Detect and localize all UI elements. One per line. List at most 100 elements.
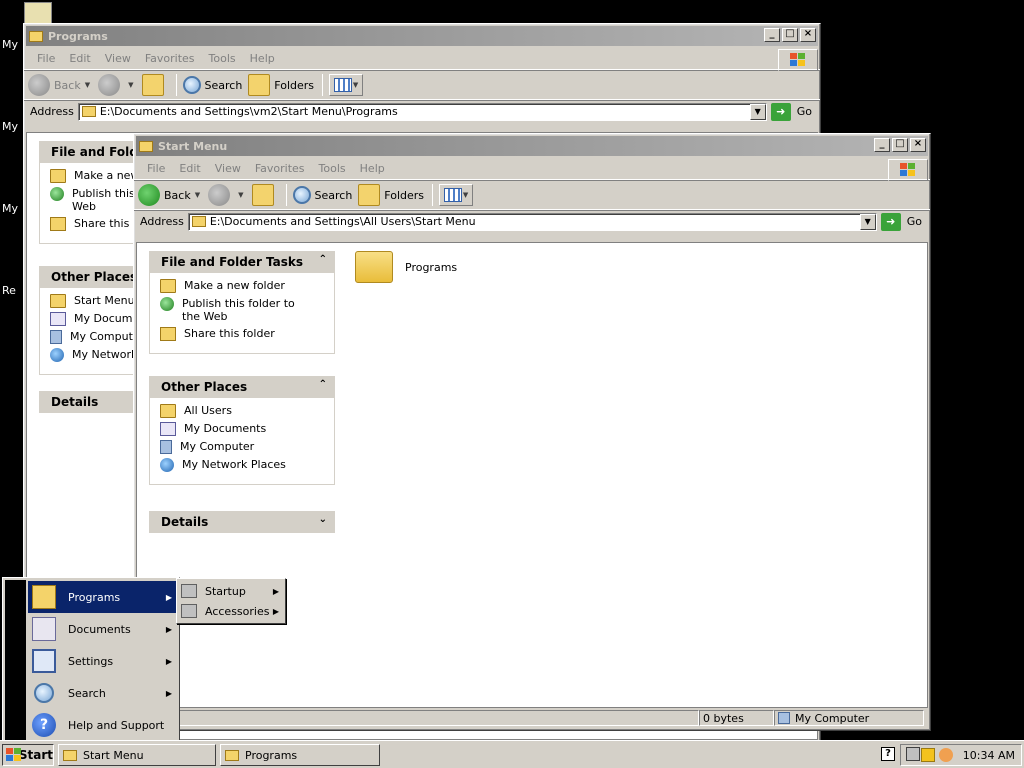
maximize-button[interactable]: □ — [782, 28, 798, 42]
back-label: Back — [54, 78, 81, 92]
expand-chevron-icon[interactable]: ⌄ — [319, 514, 327, 525]
folders-label: Folders — [384, 188, 425, 202]
menu-favorites[interactable]: Favorites — [248, 162, 312, 175]
menu-file[interactable]: File — [30, 52, 62, 65]
start-button[interactable]: Start — [2, 744, 54, 766]
menu-file[interactable]: File — [140, 162, 172, 175]
search-button[interactable]: Search — [292, 186, 352, 204]
menu-tools[interactable]: Tools — [202, 52, 243, 65]
search-icon — [292, 186, 311, 204]
task-share[interactable]: Share this folder — [160, 327, 324, 341]
status-bar: 0 bytes My Computer — [136, 709, 928, 727]
minimize-button[interactable]: _ — [764, 28, 780, 42]
folders-label: Folders — [274, 78, 315, 92]
desktop-icon-label-2[interactable]: My — [2, 120, 18, 133]
menu-item-label: Help and Support — [68, 718, 165, 732]
back-dropdown-icon[interactable]: ▼ — [85, 81, 90, 89]
file-item-programs[interactable]: Programs — [355, 251, 457, 283]
folder-icon — [355, 251, 393, 283]
address-value: E:\Documents and Settings\All Users\Star… — [209, 215, 476, 228]
menu-help[interactable]: Help — [353, 162, 392, 175]
toolbar: Back ▼ ▼ Search Folders ▼ — [134, 180, 930, 210]
clock[interactable]: 10:34 AM — [963, 749, 1015, 762]
menu-item-label: Settings — [68, 654, 114, 668]
place-all-users[interactable]: All Users — [160, 404, 324, 418]
up-button[interactable] — [251, 184, 278, 206]
menu-edit[interactable]: Edit — [62, 52, 97, 65]
desktop-icon-label-1[interactable]: My — [2, 38, 18, 51]
folders-button[interactable]: Folders — [248, 74, 314, 96]
menu-favorites[interactable]: Favorites — [138, 52, 202, 65]
back-dropdown-icon[interactable]: ▼ — [195, 191, 200, 199]
address-dropdown-icon[interactable]: ▼ — [859, 213, 876, 230]
task-make-folder[interactable]: Make a new folder — [160, 279, 324, 293]
address-input[interactable]: E:\Documents and Settings\vm2\Start Menu… — [77, 102, 767, 121]
taskbar: Start Start Menu Programs 10:34 AM — [0, 740, 1024, 768]
menu-edit[interactable]: Edit — [172, 162, 207, 175]
folders-button[interactable]: Folders — [358, 184, 424, 206]
close-button[interactable]: × — [910, 138, 926, 152]
status-location-label: My Computer — [795, 711, 870, 725]
details-header[interactable]: Details ⌄ — [149, 511, 335, 533]
desktop-icon-label-3[interactable]: My — [2, 202, 18, 215]
status-blank — [136, 710, 699, 726]
submenu-accessories[interactable]: Accessories ▶ — [179, 601, 283, 621]
network-connection-icon[interactable] — [906, 747, 920, 761]
forward-dropdown-icon[interactable]: ▼ — [128, 81, 133, 89]
go-label: Go — [906, 215, 922, 228]
views-button[interactable]: ▼ — [439, 184, 474, 206]
close-button[interactable]: × — [800, 28, 816, 42]
programs-icon — [32, 585, 56, 609]
taskbar-programs[interactable]: Programs — [220, 744, 380, 766]
file-folder-tasks-header[interactable]: File and Folder Tasks ⌃ — [149, 251, 335, 273]
menu-view[interactable]: View — [98, 52, 138, 65]
minimize-button[interactable]: _ — [874, 138, 890, 152]
start-menu-settings[interactable]: Settings ▶ — [28, 645, 178, 677]
place-my-documents[interactable]: My Documents — [160, 422, 324, 436]
collapse-chevron-icon[interactable]: ⌃ — [319, 379, 327, 390]
help-icon[interactable]: ? — [881, 747, 895, 761]
start-menu-search[interactable]: Search ▶ — [28, 677, 178, 709]
menu-help[interactable]: Help — [243, 52, 282, 65]
maximize-button[interactable]: □ — [892, 138, 908, 152]
up-button[interactable] — [141, 74, 168, 96]
menu-tools[interactable]: Tools — [312, 162, 353, 175]
forward-button[interactable] — [208, 184, 234, 206]
desktop-icon-label-4[interactable]: Re — [2, 284, 16, 297]
go-button[interactable]: ➜ Go — [880, 212, 922, 231]
desktop-top-icon[interactable] — [24, 2, 52, 24]
submenu-arrow-icon: ▶ — [165, 688, 172, 698]
window-title: Start Menu — [158, 139, 228, 153]
search-button[interactable]: Search — [182, 76, 242, 94]
task-publish[interactable]: Publish this folder to the Web — [160, 297, 324, 323]
tray-key-icon[interactable] — [938, 748, 953, 762]
collapse-chevron-icon[interactable]: ⌃ — [319, 254, 327, 265]
taskbar-start-menu[interactable]: Start Menu — [58, 744, 216, 766]
place-my-computer[interactable]: My Computer — [160, 440, 324, 454]
task-label: Publish this Web — [72, 187, 135, 213]
submenu-startup[interactable]: Startup ▶ — [179, 581, 283, 601]
task-label: Make a new — [74, 169, 140, 182]
search-icon — [34, 683, 54, 703]
other-places-header[interactable]: Other Places ⌃ — [149, 376, 335, 398]
start-menu-documents[interactable]: Documents ▶ — [28, 613, 178, 645]
start-menu-help[interactable]: ? Help and Support — [28, 709, 178, 741]
views-button[interactable]: ▼ — [329, 74, 364, 96]
menu-view[interactable]: View — [208, 162, 248, 175]
address-bar: Address E:\Documents and Settings\All Us… — [134, 210, 930, 232]
details-panel: Details ⌄ — [149, 511, 335, 533]
programs-titlebar[interactable]: Programs _ □ × — [26, 26, 818, 46]
start-menu-programs[interactable]: Programs ▶ — [28, 581, 178, 613]
back-button[interactable]: Back — [138, 184, 191, 206]
folder-up-icon — [251, 184, 274, 206]
panel-title: Details — [161, 515, 209, 529]
start-menu-titlebar[interactable]: Start Menu _ □ × — [136, 136, 928, 156]
address-input[interactable]: E:\Documents and Settings\All Users\Star… — [187, 212, 877, 231]
place-my-network[interactable]: My Network Places — [160, 458, 324, 472]
go-button[interactable]: ➜ Go — [770, 102, 812, 121]
forward-dropdown-icon[interactable]: ▼ — [238, 191, 243, 199]
forward-button[interactable] — [98, 74, 124, 96]
back-button[interactable]: Back — [28, 74, 81, 96]
address-dropdown-icon[interactable]: ▼ — [749, 103, 766, 120]
security-shield-icon[interactable] — [920, 748, 935, 762]
